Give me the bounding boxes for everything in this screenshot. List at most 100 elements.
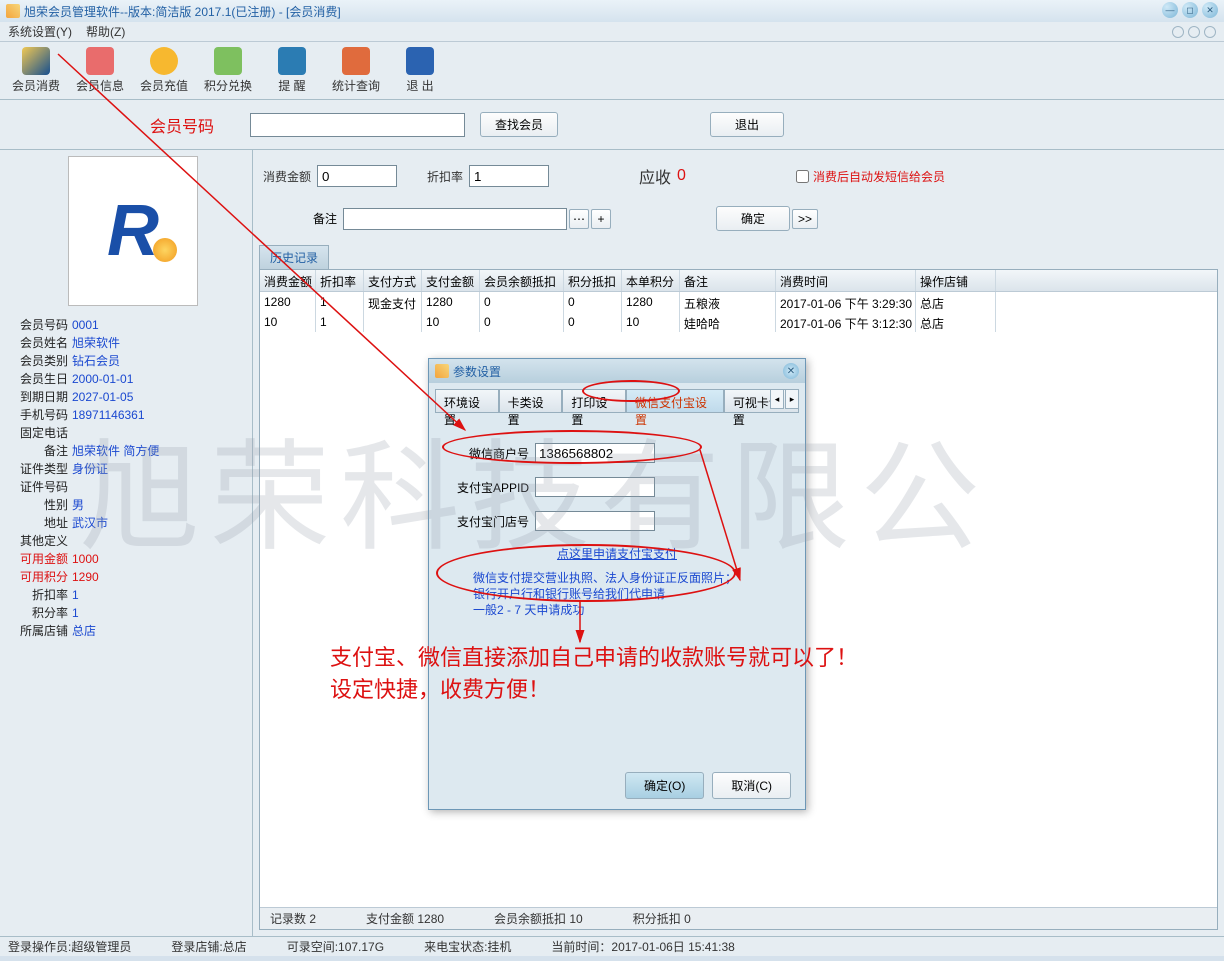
wx-merchant-label: 微信商户号 bbox=[449, 445, 529, 462]
toolbar-退 出[interactable]: 退 出 bbox=[388, 44, 452, 97]
toolbar-统计查询[interactable]: 统计查询 bbox=[324, 44, 388, 97]
toolbar-会员消费[interactable]: 会员消费 bbox=[4, 44, 68, 97]
col-备注[interactable]: 备注 bbox=[680, 270, 776, 291]
exit-button[interactable]: 退出 bbox=[710, 112, 784, 137]
window-title: 旭荣会员管理软件--版本:简洁版 2017.1(已注册) - [会员消费] bbox=[24, 3, 341, 20]
dialog-note: 微信支付提交营业执照、法人身份证正反面照片； 银行开户行和银行账号给我们代申请 … bbox=[449, 570, 785, 618]
dialog-tab-环境设置[interactable]: 环境设置 bbox=[435, 389, 499, 413]
titlebar: 旭荣会员管理软件--版本:简洁版 2017.1(已注册) - [会员消费] — … bbox=[0, 0, 1224, 22]
toolbar-会员充值[interactable]: 会员充值 bbox=[132, 44, 196, 97]
table-row[interactable]: 101100010娃哈哈2017-01-06 下午 3:12:30总店 bbox=[260, 312, 1217, 332]
toolbar-icon-4 bbox=[278, 47, 306, 75]
due-label: 应收 bbox=[639, 164, 671, 188]
footer-balance: 会员余额抵扣 10 bbox=[494, 910, 583, 927]
close-icon[interactable]: ✕ bbox=[1202, 2, 1218, 18]
wx-merchant-input[interactable] bbox=[535, 443, 655, 463]
status-store: 登录店铺:总店 bbox=[171, 938, 246, 955]
maximize-icon[interactable]: ◻ bbox=[1182, 2, 1198, 18]
minimize-icon[interactable]: — bbox=[1162, 2, 1178, 18]
dialog-cancel-button[interactable]: 取消(C) bbox=[712, 772, 791, 799]
alipay-shop-label: 支付宝门店号 bbox=[449, 513, 529, 530]
dialog-ok-button[interactable]: 确定(O) bbox=[625, 772, 704, 799]
toolbar-积分兑换[interactable]: 积分兑换 bbox=[196, 44, 260, 97]
member-会员类别: 会员类别钻石会员 bbox=[8, 352, 244, 370]
col-消费时间[interactable]: 消费时间 bbox=[776, 270, 916, 291]
mdi-close-icon[interactable] bbox=[1204, 26, 1216, 38]
dialog-tab-微信支付宝设置[interactable]: 微信支付宝设置 bbox=[626, 389, 724, 413]
status-time: 当前时间：2017-01-06日 15:41:38 bbox=[551, 938, 734, 955]
toolbar-icon-2 bbox=[150, 47, 178, 75]
member-logo: R bbox=[68, 156, 198, 306]
amount-input[interactable] bbox=[317, 165, 397, 187]
toolbar-icon-6 bbox=[406, 47, 434, 75]
menu-help[interactable]: 帮助(Z) bbox=[86, 23, 125, 40]
member-可用金额: 可用金额1000 bbox=[8, 550, 244, 568]
dialog-icon bbox=[435, 364, 449, 378]
member-地址: 地址武汉市 bbox=[8, 514, 244, 532]
remark-input[interactable] bbox=[343, 208, 567, 230]
history-footer: 记录数 2 支付金额 1280 会员余额抵扣 10 积分抵扣 0 bbox=[260, 907, 1217, 929]
due-value: 0 bbox=[677, 167, 686, 185]
status-disk: 可录空间:107.17G bbox=[287, 938, 384, 955]
remark-add-button[interactable]: + bbox=[591, 209, 611, 229]
col-消费金额[interactable]: 消费金额 bbox=[260, 270, 316, 291]
toolbar-会员信息[interactable]: 会员信息 bbox=[68, 44, 132, 97]
remark-browse-button[interactable]: ⋯ bbox=[569, 209, 589, 229]
tab-next-icon[interactable]: ▸ bbox=[785, 389, 799, 409]
searchbar: 会员号码 查找会员 退出 bbox=[0, 100, 1224, 150]
col-积分抵扣[interactable]: 积分抵扣 bbox=[564, 270, 622, 291]
alipay-appid-input[interactable] bbox=[535, 477, 655, 497]
confirm-button[interactable]: 确定 bbox=[716, 206, 790, 231]
member-证件号码: 证件号码 bbox=[8, 478, 244, 496]
find-member-button[interactable]: 查找会员 bbox=[480, 112, 558, 137]
sms-label: 消费后自动发短信给会员 bbox=[813, 168, 945, 185]
member-性别: 性别男 bbox=[8, 496, 244, 514]
more-button[interactable]: >> bbox=[792, 209, 818, 229]
sms-checkbox[interactable] bbox=[796, 170, 809, 183]
app-icon bbox=[6, 4, 20, 18]
dialog-tabs: 环境设置卡类设置打印设置微信支付宝设置可视卡设置◂▸ bbox=[435, 389, 799, 413]
member-积分率: 积分率1 bbox=[8, 604, 244, 622]
footer-pay: 支付金额 1280 bbox=[366, 910, 444, 927]
mdi-max-icon[interactable] bbox=[1188, 26, 1200, 38]
alipay-shop-input[interactable] bbox=[535, 511, 655, 531]
col-会员余额抵扣[interactable]: 会员余额抵扣 bbox=[480, 270, 564, 291]
rate-label: 折扣率 bbox=[427, 168, 463, 185]
apply-alipay-link[interactable]: 点这里申请支付宝支付 bbox=[449, 545, 785, 562]
amount-label: 消费金额 bbox=[263, 168, 311, 185]
member-会员姓名: 会员姓名旭荣软件 bbox=[8, 334, 244, 352]
rate-input[interactable] bbox=[469, 165, 549, 187]
col-支付金额[interactable]: 支付金额 bbox=[422, 270, 480, 291]
toolbar: 会员消费会员信息会员充值积分兑换提 醒统计查询退 出 bbox=[0, 42, 1224, 100]
dialog-tab-打印设置[interactable]: 打印设置 bbox=[562, 389, 626, 413]
status-caller: 来电宝状态:挂机 bbox=[424, 938, 511, 955]
table-row[interactable]: 12801现金支付1280001280五粮液2017-01-06 下午 3:29… bbox=[260, 292, 1217, 312]
member-所属店铺: 所属店铺总店 bbox=[8, 622, 244, 640]
toolbar-提 醒[interactable]: 提 醒 bbox=[260, 44, 324, 97]
member-其他定义: 其他定义 bbox=[8, 532, 244, 550]
member-备注: 备注旭荣软件 简方便 bbox=[8, 442, 244, 460]
dialog-title: 参数设置 bbox=[453, 363, 501, 380]
member-折扣率: 折扣率1 bbox=[8, 586, 244, 604]
mdi-min-icon[interactable] bbox=[1172, 26, 1184, 38]
col-操作店铺[interactable]: 操作店铺 bbox=[916, 270, 996, 291]
status-operator: 登录操作员:超级管理员 bbox=[8, 938, 131, 955]
menubar: 系统设置(Y) 帮助(Z) bbox=[0, 22, 1224, 42]
menu-settings[interactable]: 系统设置(Y) bbox=[8, 23, 72, 40]
member-会员号码: 会员号码0001 bbox=[8, 316, 244, 334]
member-panel: R 会员号码0001会员姓名旭荣软件会员类别钻石会员会员生日2000-01-01… bbox=[0, 150, 253, 936]
dialog-close-icon[interactable]: ✕ bbox=[783, 363, 799, 379]
col-本单积分[interactable]: 本单积分 bbox=[622, 270, 680, 291]
dialog-tab-卡类设置[interactable]: 卡类设置 bbox=[499, 389, 563, 413]
member-code-input[interactable] bbox=[250, 113, 465, 137]
member-固定电话: 固定电话 bbox=[8, 424, 244, 442]
col-支付方式[interactable]: 支付方式 bbox=[364, 270, 422, 291]
history-tab[interactable]: 历史记录 bbox=[259, 245, 329, 269]
statusbar: 登录操作员:超级管理员 登录店铺:总店 可录空间:107.17G 来电宝状态:挂… bbox=[0, 936, 1224, 956]
member-证件类型: 证件类型身份证 bbox=[8, 460, 244, 478]
history-header: 消费金额折扣率支付方式支付金额会员余额抵扣积分抵扣本单积分备注消费时间操作店铺 bbox=[260, 270, 1217, 292]
tab-prev-icon[interactable]: ◂ bbox=[770, 389, 784, 409]
member-手机号码: 手机号码18971146361 bbox=[8, 406, 244, 424]
member-到期日期: 到期日期2027-01-05 bbox=[8, 388, 244, 406]
col-折扣率[interactable]: 折扣率 bbox=[316, 270, 364, 291]
